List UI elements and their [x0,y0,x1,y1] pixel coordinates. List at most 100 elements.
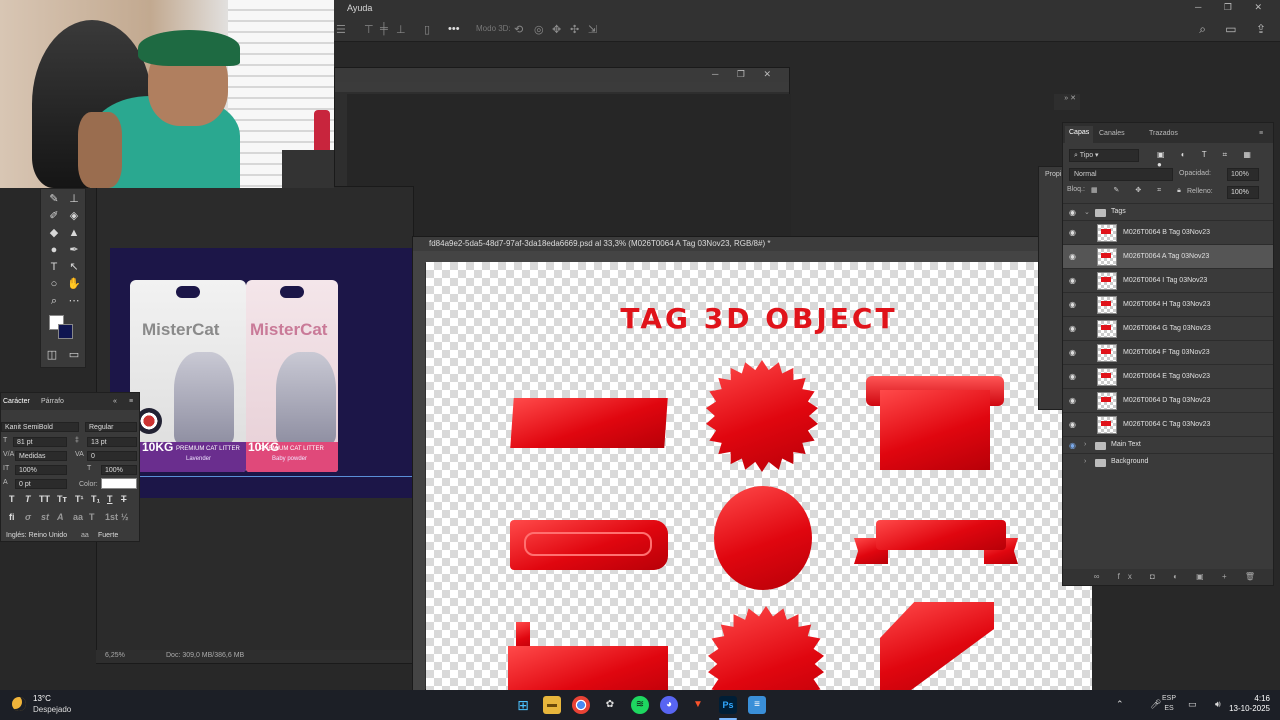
eye-hidden-icon[interactable]: ◉ [1069,458,1076,467]
chevron-down-icon[interactable]: ⌄ [1084,208,1090,216]
paint-bucket-icon[interactable]: ◆ [45,225,63,241]
font-family-select[interactable]: Kanit SemiBold [1,422,79,432]
product-canvas[interactable]: MisterCat 10KG PREMIUM CAT LITTER Lavend… [110,248,412,498]
lock-icons[interactable]: ▦ ✎ ✥ ⌗ 🔒︎ [1091,186,1188,195]
vertical-scale-field[interactable]: 100% [15,465,67,475]
scale-3d-icon[interactable]: ⇲ [588,23,597,36]
screen-mode-icon[interactable]: ▭ [65,347,83,363]
tracking-field[interactable]: 0 [87,451,137,461]
align-middle-icon[interactable]: ╪ [380,23,388,35]
layer-row[interactable]: ◉ M026T0064 B Tag 03Nov23 [1063,220,1273,244]
chevron-right-icon[interactable]: › [1084,441,1086,448]
eye-icon[interactable]: ◉ [1069,441,1076,450]
align-bottom-icon[interactable]: ⊥ [396,23,406,36]
font-size-field[interactable]: 81 pt [13,437,67,447]
fractions-button[interactable]: ½ [121,512,129,522]
chevron-right-icon[interactable]: › [1084,458,1086,465]
kerning-field[interactable]: Medidas [15,451,67,461]
weather-description[interactable]: Despejado [33,705,71,714]
layer-row[interactable]: ◉ M026T0064 G Tag 03Nov23 [1063,316,1273,340]
more-tools-icon[interactable]: ⋯ [65,293,83,309]
history-brush-icon[interactable]: ✐ [45,208,63,224]
hand-tool-icon[interactable]: ✋ [65,276,83,292]
layer-row-selected[interactable]: ◉ M026T0064 A Tag 03Nov23 [1063,244,1273,268]
opacity-field[interactable]: 100% [1227,168,1259,181]
document-tab[interactable]: fd84a9e2-5da5-48d7-97af-3da18eda6669.psd… [413,237,1039,251]
top-right-icons[interactable]: ⌕ ▭ ⇪ [1199,22,1274,37]
layer-group-row[interactable]: ◉ › Background [1063,453,1273,470]
rotate-3d-icon[interactable]: ⟲ [514,23,523,36]
tab-capas[interactable]: Capas [1065,126,1094,143]
font-style-select[interactable]: Regular [85,422,137,432]
layer-row[interactable]: ◉ M026T0064 E Tag 03Nov23 [1063,364,1273,388]
strikethrough-button[interactable]: T [121,494,127,504]
drag-3d-icon[interactable]: ✥ [552,23,561,36]
stamp-tool-icon[interactable]: ⊥ [65,191,83,207]
chrome-icon[interactable] [572,696,590,714]
brush-tool-icon[interactable]: ✎ [45,191,63,207]
background-color-swatch[interactable] [58,324,73,339]
slide-3d-icon[interactable]: ✣ [570,23,579,36]
all-caps-button[interactable]: TT [39,494,50,504]
tab-canales[interactable]: Canales [1099,130,1125,137]
moon-weather-icon[interactable] [12,697,26,711]
properties-tab[interactable]: Propi [1045,171,1061,178]
faux-bold-button[interactable]: T [9,494,15,504]
spotify-icon[interactable]: ≋ [631,696,649,714]
collapsed-panel-strip[interactable]: » ✕ [1054,94,1080,110]
panel-menu-icon[interactable]: ≡ [1259,130,1263,137]
dodge-tool-icon[interactable]: ● [45,242,63,258]
layers-footer-icons[interactable]: ∞ fx ◘ ◐ ▣ + 🗑︎ [1063,569,1273,585]
weather-temperature[interactable]: 13°C [33,694,51,703]
zoom-tool-icon[interactable]: ⌕ [45,293,63,309]
faux-italic-button[interactable]: T [25,494,31,504]
distribute-icon[interactable]: ▯ [424,23,430,36]
baseline-field[interactable]: 0 pt [15,479,67,489]
notepad-icon[interactable]: ≡ [748,696,766,714]
underline-button[interactable]: T [107,494,113,504]
eye-icon[interactable]: ◉ [1069,208,1076,217]
stylistic-alternates-button[interactable]: A [57,512,64,522]
eye-icon[interactable]: ◉ [1069,324,1076,333]
pen-tool-icon[interactable]: ✒ [65,242,83,258]
align-top-icon[interactable]: ⊤ [364,23,374,36]
eye-icon[interactable]: ◉ [1069,252,1076,261]
eye-icon[interactable]: ◉ [1069,420,1076,429]
antialias-select[interactable]: Fuerte [95,531,137,541]
tab-caracter[interactable]: Carácter [3,398,30,405]
layer-group-row[interactable]: ◉ › Main Text [1063,436,1273,453]
roll-3d-icon[interactable]: ◎ [534,23,544,36]
collapse-icon[interactable]: « [113,398,117,405]
discord-icon[interactable]: ◕ [660,696,678,714]
layer-filter-select[interactable]: ⌕ Tipo ▾ [1069,149,1139,162]
collapse-icon[interactable]: ☰ [336,23,346,36]
eye-icon[interactable]: ◉ [1069,396,1076,405]
leading-field[interactable]: 13 pt [87,437,137,447]
clock[interactable]: 4:16 13-10-2025 [1224,694,1270,714]
eye-icon[interactable]: ◉ [1069,300,1076,309]
photoshop-icon[interactable]: Ps [719,696,737,714]
brave-icon[interactable]: ▼ [689,696,707,714]
language-indicator[interactable]: ESP ES [1162,694,1176,714]
ligatures-button[interactable]: ﬁ [9,512,15,522]
ordinals-button[interactable]: T [89,512,95,522]
panel-menu-icon[interactable]: ≡ [129,398,133,405]
ordinals-1st-button[interactable]: 1st [105,512,118,522]
eye-icon[interactable]: ◉ [1069,372,1076,381]
layer-row[interactable]: ◉ M026T0064 D Tag 03Nov23 [1063,388,1273,412]
layer-row[interactable]: ◉ M026T0064 F Tag 03Nov23 [1063,340,1273,364]
tab-trazados[interactable]: Trazados [1149,130,1178,137]
tab-parrafo[interactable]: Párrafo [41,398,64,405]
windows-start-icon[interactable]: ⊞ [514,696,532,714]
swash-button[interactable]: st [41,512,49,522]
eye-icon[interactable]: ◉ [1069,276,1076,285]
quick-mask-icon[interactable]: ◫ [43,347,61,363]
menu-item-ayuda[interactable]: Ayuda [347,3,372,13]
layer-row[interactable]: ◉ M026T0064 I Tag 03Nov23 [1063,268,1273,292]
ellipse-tool-icon[interactable]: ○ [45,276,63,292]
file-explorer-icon[interactable]: ▬ [543,696,561,714]
eye-icon[interactable]: ◉ [1069,228,1076,237]
language-select[interactable]: Inglés: Reino Unido [3,531,75,541]
zoom-level[interactable]: 6,25% [105,652,125,659]
window-controls[interactable]: ─ ❐ ✕ [712,69,779,80]
